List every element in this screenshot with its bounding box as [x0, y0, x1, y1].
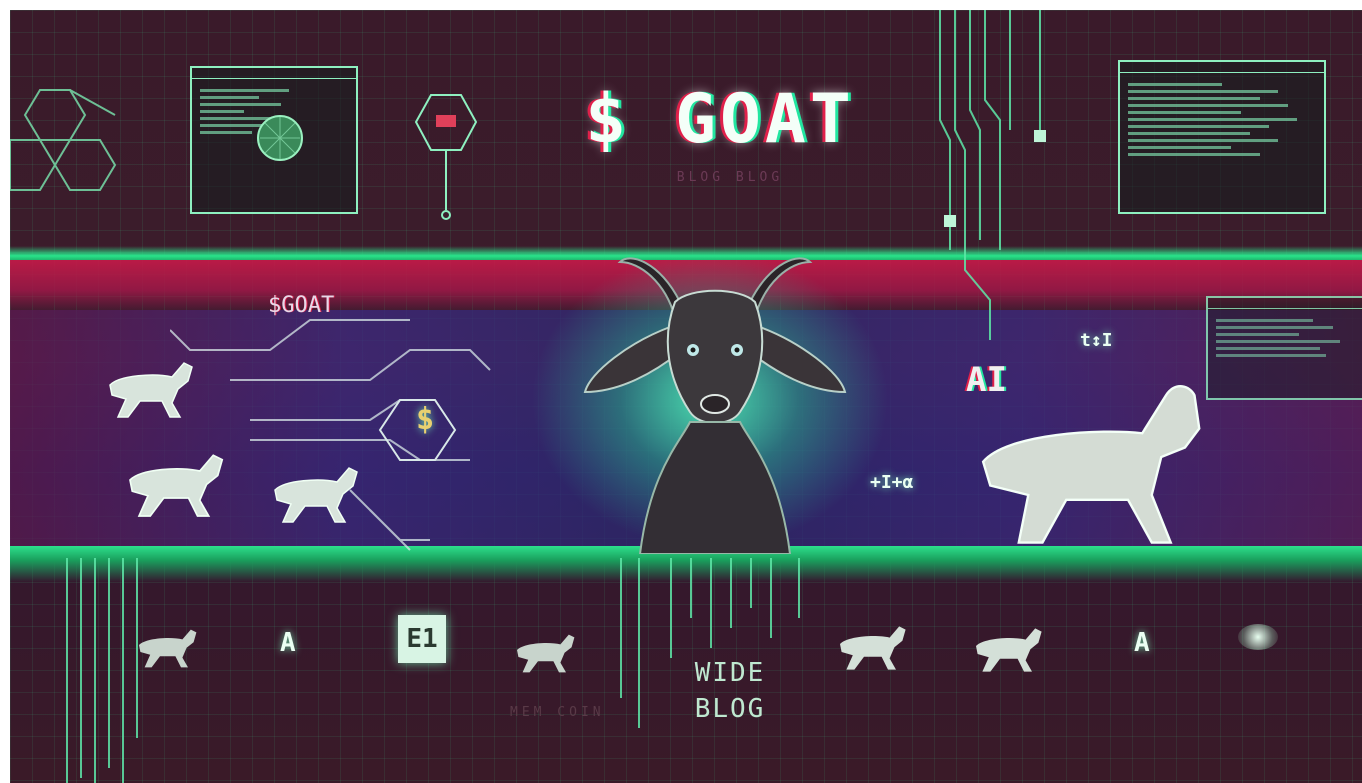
goat-ticker-label: $GOAT — [268, 293, 335, 318]
glow-dot-icon — [1238, 624, 1278, 650]
large-goat-icon — [981, 385, 1201, 544]
wide-label: WIDE — [694, 658, 766, 688]
goat-icon — [517, 634, 575, 673]
t-glyph-1: t↕I — [1080, 330, 1113, 351]
running-goat-icon — [109, 362, 193, 418]
log-window-icon — [1206, 296, 1362, 400]
terminal-window-icon — [190, 66, 358, 214]
circuit-hexagon-icon — [414, 94, 478, 220]
planet-icon — [257, 115, 303, 161]
goat-icon — [139, 629, 197, 668]
blog-label: BLOG — [694, 694, 766, 724]
running-goat-icon — [129, 454, 224, 517]
goat-portrait-icon — [583, 257, 847, 554]
hexagon-mesh-icon — [10, 89, 117, 191]
wide-blog-label: WIDE BLOG — [670, 655, 790, 727]
banner-title: $ GOAT — [585, 80, 855, 159]
t-glyph-2: +I+α — [870, 472, 914, 493]
goat-icon — [840, 626, 906, 670]
memecoin-label: MEM COIN — [510, 705, 605, 720]
blog-banner-image: $ GOAT BLOG BLOG $ $GOAT AI t↕I +I+α A E… — [10, 10, 1362, 783]
a-glyph-1: A — [280, 628, 296, 658]
goat-icon — [976, 628, 1042, 672]
banner-subtitle: BLOG BLOG — [676, 170, 784, 185]
running-goat-icon — [274, 467, 358, 523]
dollar-glyph: $ — [416, 402, 435, 437]
a-glyph-2: A — [1134, 628, 1150, 658]
code-window-icon — [1118, 60, 1326, 214]
box-glyph: E1 — [398, 615, 446, 663]
circuit-lines-icon — [939, 10, 1046, 340]
